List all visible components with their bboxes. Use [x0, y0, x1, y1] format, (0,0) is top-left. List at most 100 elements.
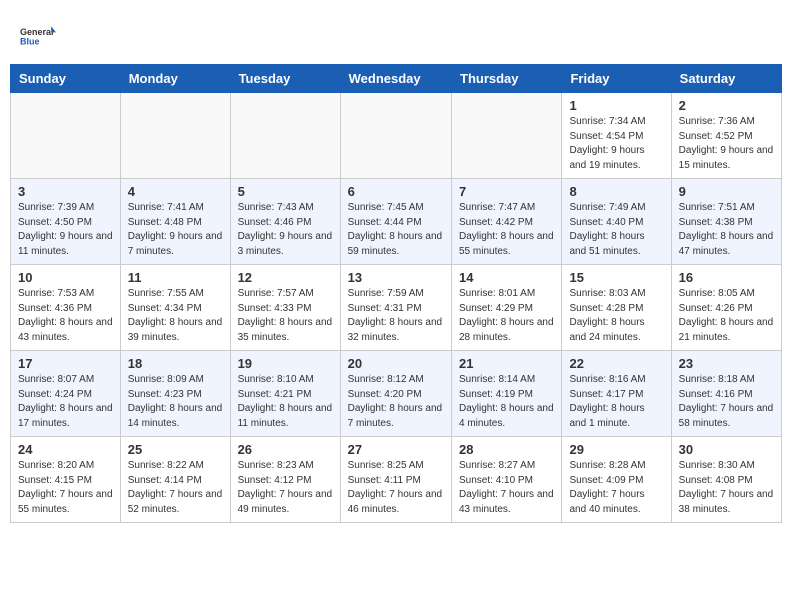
day-info: Sunrise: 8:22 AM Sunset: 4:14 PM Dayligh…: [128, 459, 223, 517]
day-number: 16: [679, 270, 774, 285]
calendar-cell: 21 Sunrise: 8:14 AM Sunset: 4:19 PM Dayli…: [452, 351, 562, 437]
day-number: 24: [18, 442, 113, 457]
day-number: 22: [569, 356, 663, 371]
day-number: 17: [18, 356, 113, 371]
day-number: 27: [348, 442, 444, 457]
column-header-sunday: Sunday: [11, 65, 121, 93]
calendar-cell: 2Sunrise: 7:36 AM Sunset: 4:52 PM Daylig…: [671, 93, 781, 179]
day-number: 26: [238, 442, 333, 457]
calendar-cell: 12 Sunrise: 7:57 AM Sunset: 4:33 PM Dayli…: [230, 265, 340, 351]
calendar-row-1: 3 Sunrise: 7:39 AM Sunset: 4:50 PM Daylig…: [11, 179, 782, 265]
calendar-row-2: 10Sunrise: 7:53 AM Sunset: 4:36 PM Dayli…: [11, 265, 782, 351]
day-number: 30: [679, 442, 774, 457]
day-number: 7: [459, 184, 554, 199]
calendar-row-3: 17Sunrise: 8:07 AM Sunset: 4:24 PM Dayli…: [11, 351, 782, 437]
calendar-row-4: 24 Sunrise: 8:20 AM Sunset: 4:15 PM Dayli…: [11, 437, 782, 523]
calendar-cell: 25 Sunrise: 8:22 AM Sunset: 4:14 PM Dayli…: [120, 437, 230, 523]
day-number: 6: [348, 184, 444, 199]
day-number: 8: [569, 184, 663, 199]
calendar-cell: 15 Sunrise: 8:03 AM Sunset: 4:28 PM Dayli…: [562, 265, 671, 351]
calendar-cell: 6 Sunrise: 7:45 AM Sunset: 4:44 PM Daylig…: [340, 179, 451, 265]
calendar-cell: 24 Sunrise: 8:20 AM Sunset: 4:15 PM Dayli…: [11, 437, 121, 523]
day-info: Sunrise: 8:10 AM Sunset: 4:21 PM Dayligh…: [238, 373, 333, 431]
day-info: Sunrise: 8:20 AM Sunset: 4:15 PM Dayligh…: [18, 459, 113, 517]
day-info: Sunrise: 8:01 AM Sunset: 4:29 PM Dayligh…: [459, 287, 554, 345]
calendar-cell: [11, 93, 121, 179]
day-number: 12: [238, 270, 333, 285]
column-header-monday: Monday: [120, 65, 230, 93]
calendar-cell: 20 Sunrise: 8:12 AM Sunset: 4:20 PM Dayli…: [340, 351, 451, 437]
day-number: 23: [679, 356, 774, 371]
day-number: 21: [459, 356, 554, 371]
calendar-cell: 5Sunrise: 7:43 AM Sunset: 4:46 PM Daylig…: [230, 179, 340, 265]
day-info: Sunrise: 7:59 AM Sunset: 4:31 PM Dayligh…: [348, 287, 444, 345]
day-number: 28: [459, 442, 554, 457]
header-row: SundayMondayTuesdayWednesdayThursdayFrid…: [11, 65, 782, 93]
day-info: Sunrise: 8:14 AM Sunset: 4:19 PM Dayligh…: [459, 373, 554, 431]
svg-text:General: General: [20, 27, 54, 37]
calendar-row-0: 1 Sunrise: 7:34 AM Sunset: 4:54 PM Daylig…: [11, 93, 782, 179]
column-header-thursday: Thursday: [452, 65, 562, 93]
day-info: Sunrise: 8:12 AM Sunset: 4:20 PM Dayligh…: [348, 373, 444, 431]
calendar-cell: 17Sunrise: 8:07 AM Sunset: 4:24 PM Dayli…: [11, 351, 121, 437]
calendar-cell: [340, 93, 451, 179]
calendar-cell: 16 Sunrise: 8:05 AM Sunset: 4:26 PM Dayli…: [671, 265, 781, 351]
day-info: Sunrise: 8:16 AM Sunset: 4:17 PM Dayligh…: [569, 373, 663, 431]
day-info: Sunrise: 8:30 AM Sunset: 4:08 PM Dayligh…: [679, 459, 774, 517]
day-number: 25: [128, 442, 223, 457]
day-info: Sunrise: 8:03 AM Sunset: 4:28 PM Dayligh…: [569, 287, 663, 345]
calendar-cell: 14 Sunrise: 8:01 AM Sunset: 4:29 PM Dayli…: [452, 265, 562, 351]
day-info: Sunrise: 7:34 AM Sunset: 4:54 PM Dayligh…: [569, 115, 663, 173]
day-info: Sunrise: 8:23 AM Sunset: 4:12 PM Dayligh…: [238, 459, 333, 517]
day-number: 14: [459, 270, 554, 285]
day-number: 20: [348, 356, 444, 371]
day-number: 3: [18, 184, 113, 199]
day-info: Sunrise: 7:43 AM Sunset: 4:46 PM Dayligh…: [238, 201, 333, 259]
day-number: 18: [128, 356, 223, 371]
calendar-cell: 3 Sunrise: 7:39 AM Sunset: 4:50 PM Daylig…: [11, 179, 121, 265]
calendar-cell: 22 Sunrise: 8:16 AM Sunset: 4:17 PM Dayli…: [562, 351, 671, 437]
calendar-cell: 11Sunrise: 7:55 AM Sunset: 4:34 PM Dayli…: [120, 265, 230, 351]
day-info: Sunrise: 7:53 AM Sunset: 4:36 PM Dayligh…: [18, 287, 113, 345]
day-info: Sunrise: 8:09 AM Sunset: 4:23 PM Dayligh…: [128, 373, 223, 431]
day-info: Sunrise: 8:27 AM Sunset: 4:10 PM Dayligh…: [459, 459, 554, 517]
day-info: Sunrise: 7:51 AM Sunset: 4:38 PM Dayligh…: [679, 201, 774, 259]
calendar-cell: 18 Sunrise: 8:09 AM Sunset: 4:23 PM Dayli…: [120, 351, 230, 437]
day-info: Sunrise: 8:25 AM Sunset: 4:11 PM Dayligh…: [348, 459, 444, 517]
day-info: Sunrise: 7:57 AM Sunset: 4:33 PM Dayligh…: [238, 287, 333, 345]
day-info: Sunrise: 8:28 AM Sunset: 4:09 PM Dayligh…: [569, 459, 663, 517]
calendar-cell: 9 Sunrise: 7:51 AM Sunset: 4:38 PM Daylig…: [671, 179, 781, 265]
day-number: 19: [238, 356, 333, 371]
svg-text:Blue: Blue: [20, 36, 40, 46]
column-header-tuesday: Tuesday: [230, 65, 340, 93]
calendar-wrapper: SundayMondayTuesdayWednesdayThursdayFrid…: [0, 64, 792, 523]
calendar-cell: 26 Sunrise: 8:23 AM Sunset: 4:12 PM Dayli…: [230, 437, 340, 523]
day-number: 13: [348, 270, 444, 285]
calendar-cell: 1 Sunrise: 7:34 AM Sunset: 4:54 PM Daylig…: [562, 93, 671, 179]
day-info: Sunrise: 7:45 AM Sunset: 4:44 PM Dayligh…: [348, 201, 444, 259]
calendar-cell: 8Sunrise: 7:49 AM Sunset: 4:40 PM Daylig…: [562, 179, 671, 265]
logo-svg: General Blue: [20, 18, 56, 54]
day-info: Sunrise: 7:41 AM Sunset: 4:48 PM Dayligh…: [128, 201, 223, 259]
calendar-cell: 28 Sunrise: 8:27 AM Sunset: 4:10 PM Dayli…: [452, 437, 562, 523]
calendar-table: SundayMondayTuesdayWednesdayThursdayFrid…: [10, 64, 782, 523]
day-info: Sunrise: 8:05 AM Sunset: 4:26 PM Dayligh…: [679, 287, 774, 345]
column-header-friday: Friday: [562, 65, 671, 93]
calendar-cell: 7Sunrise: 7:47 AM Sunset: 4:42 PM Daylig…: [452, 179, 562, 265]
calendar-cell: 29Sunrise: 8:28 AM Sunset: 4:09 PM Dayli…: [562, 437, 671, 523]
calendar-cell: 4Sunrise: 7:41 AM Sunset: 4:48 PM Daylig…: [120, 179, 230, 265]
day-info: Sunrise: 7:39 AM Sunset: 4:50 PM Dayligh…: [18, 201, 113, 259]
day-number: 15: [569, 270, 663, 285]
calendar-body: 1 Sunrise: 7:34 AM Sunset: 4:54 PM Daylig…: [11, 93, 782, 523]
day-info: Sunrise: 8:18 AM Sunset: 4:16 PM Dayligh…: [679, 373, 774, 431]
page-header: General Blue: [0, 0, 792, 64]
day-info: Sunrise: 7:36 AM Sunset: 4:52 PM Dayligh…: [679, 115, 774, 173]
day-number: 1: [569, 98, 663, 113]
logo: General Blue: [20, 18, 56, 54]
column-header-wednesday: Wednesday: [340, 65, 451, 93]
calendar-cell: [230, 93, 340, 179]
day-number: 9: [679, 184, 774, 199]
day-info: Sunrise: 7:55 AM Sunset: 4:34 PM Dayligh…: [128, 287, 223, 345]
calendar-cell: 30 Sunrise: 8:30 AM Sunset: 4:08 PM Dayli…: [671, 437, 781, 523]
calendar-cell: 27 Sunrise: 8:25 AM Sunset: 4:11 PM Dayli…: [340, 437, 451, 523]
